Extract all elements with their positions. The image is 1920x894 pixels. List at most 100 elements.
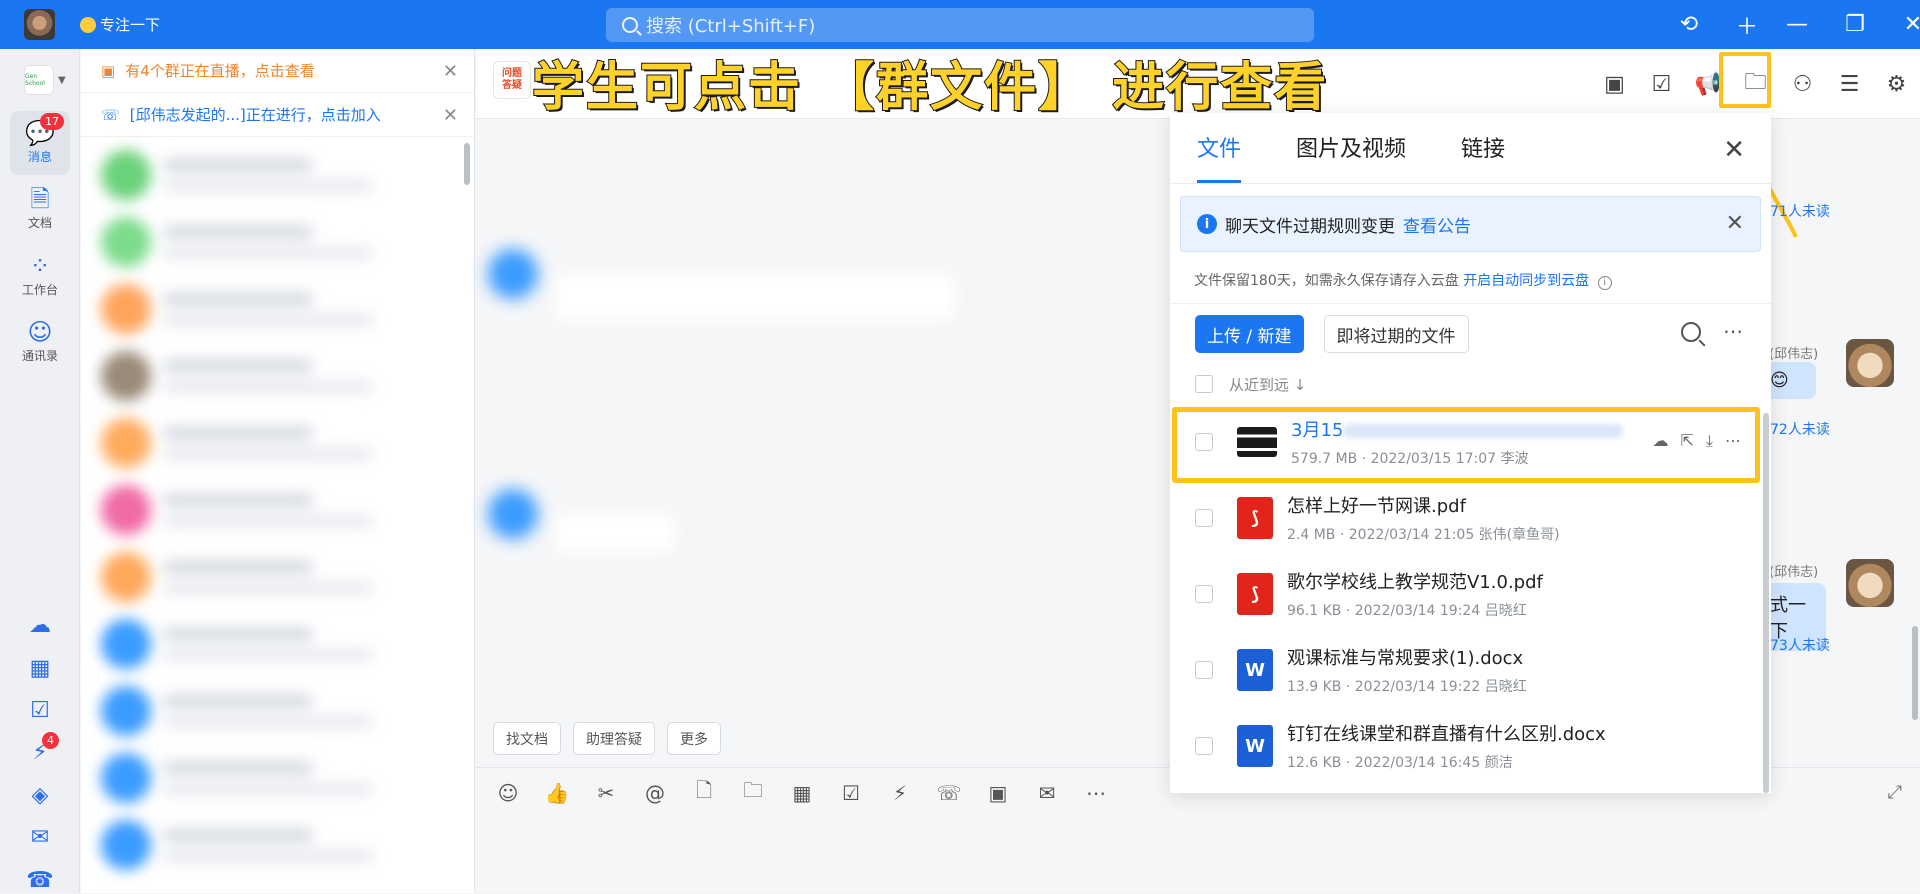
- mail-icon[interactable]: ✉: [26, 823, 54, 851]
- contacts-icon: ☺: [27, 318, 53, 346]
- close-icon[interactable]: ✕: [1723, 135, 1745, 165]
- live-icon[interactable]: ▣: [986, 781, 1010, 805]
- more-icon[interactable]: ⋯: [1084, 781, 1108, 805]
- scrollbar[interactable]: [1763, 413, 1769, 793]
- search-history-icon[interactable]: ☰: [1826, 61, 1873, 108]
- assistant-button[interactable]: 助理答疑: [573, 722, 655, 755]
- todo-icon[interactable]: ☑: [26, 696, 54, 724]
- search-icon[interactable]: [1681, 322, 1701, 342]
- calendar-icon[interactable]: ▦: [790, 781, 814, 805]
- doc-add-icon[interactable]: 🗋: [692, 778, 716, 805]
- avatar[interactable]: [1846, 339, 1894, 387]
- nav-messages[interactable]: 💬 消息 17: [10, 111, 70, 175]
- chevron-down-icon[interactable]: ▼: [58, 75, 66, 86]
- file-meta: 2.4 MB · 2022/03/14 21:05 张伟(章鱼哥): [1287, 527, 1560, 543]
- close-icon[interactable]: ✕: [443, 61, 458, 82]
- unread-badge: 17: [40, 113, 64, 130]
- unread-count[interactable]: 72人未读: [1770, 419, 1830, 439]
- file-name[interactable]: 怎样上好一节网课.pdf: [1287, 492, 1560, 518]
- mail-icon[interactable]: ✉: [1035, 781, 1059, 805]
- select-all-checkbox[interactable]: [1195, 375, 1213, 393]
- call-notice[interactable]: ☏ [邱伟志发起的...]正在进行，点击加入 ✕: [81, 93, 474, 137]
- list-item[interactable]: [97, 141, 459, 208]
- unread-count[interactable]: 73人未读: [1770, 635, 1830, 655]
- help-icon[interactable]: i: [1597, 276, 1612, 290]
- restore-icon[interactable]: ❐: [1826, 0, 1884, 49]
- apps-icon[interactable]: ◈: [26, 781, 54, 809]
- nav-docs[interactable]: 🗎 文档: [10, 177, 70, 241]
- status-button[interactable]: 专注一下: [80, 14, 160, 35]
- calendar-icon[interactable]: ▦: [26, 654, 54, 682]
- more-icon[interactable]: ⋯: [1723, 319, 1743, 343]
- org-logo[interactable]: Gen School: [24, 65, 54, 95]
- expand-icon[interactable]: ⤢: [1888, 782, 1902, 803]
- close-icon[interactable]: ✕: [1726, 211, 1744, 236]
- file-checkbox[interactable]: [1195, 661, 1213, 679]
- file-row[interactable]: W 钉钉在线课堂和群直播有什么区别.docx 12.6 KB · 2022/03…: [1170, 708, 1771, 784]
- search-input[interactable]: 搜索 (Ctrl+Shift+F): [606, 8, 1314, 42]
- list-item[interactable]: [97, 811, 459, 878]
- tab-media[interactable]: 图片及视频: [1296, 131, 1406, 183]
- mention-icon[interactable]: @: [643, 781, 667, 805]
- history-icon[interactable]: ⟲: [1660, 0, 1718, 49]
- add-member-icon[interactable]: ⚇: [1779, 61, 1826, 108]
- conversation-list[interactable]: [97, 141, 459, 893]
- scrollbar[interactable]: [464, 143, 470, 185]
- more-button[interactable]: 更多: [667, 722, 721, 755]
- todo-icon[interactable]: ☑: [839, 781, 863, 805]
- list-item[interactable]: [97, 677, 459, 744]
- unread-count[interactable]: 71人未读: [1770, 201, 1830, 221]
- list-item[interactable]: [97, 208, 459, 275]
- file-checkbox[interactable]: [1195, 509, 1213, 527]
- list-item[interactable]: [97, 342, 459, 409]
- ding-icon[interactable]: ⚡ 4: [26, 732, 59, 766]
- close-icon[interactable]: ✕: [1884, 0, 1920, 49]
- file-checkbox[interactable]: [1195, 585, 1213, 603]
- sort-row: 从近到远 ↓: [1170, 364, 1771, 404]
- live-icon[interactable]: ▣: [1591, 61, 1638, 108]
- tab-links[interactable]: 链接: [1461, 131, 1505, 183]
- folder-upload-icon[interactable]: 🗀: [741, 778, 765, 805]
- sort-label[interactable]: 从近到远 ↓: [1229, 374, 1306, 395]
- list-item[interactable]: [97, 610, 459, 677]
- nav-workbench[interactable]: ⁘ 工作台: [10, 244, 70, 308]
- file-row[interactable]: ⟆ 歌尔学校线上教学规范V1.0.pdf 96.1 KB · 2022/03/1…: [1170, 556, 1771, 632]
- list-item[interactable]: [97, 476, 459, 543]
- todo-icon[interactable]: ☑: [1638, 61, 1685, 108]
- upload-button[interactable]: 上传 / 新建: [1195, 315, 1304, 353]
- pdf-icon: ⟆: [1237, 497, 1273, 539]
- live-notice[interactable]: ▣ 有4个群正在直播，点击查看 ✕: [81, 49, 474, 93]
- close-icon[interactable]: ✕: [443, 105, 458, 126]
- file-name[interactable]: 钉钉在线课堂和群直播有什么区别.docx: [1287, 720, 1606, 746]
- list-item[interactable]: [97, 543, 459, 610]
- scissors-icon[interactable]: ✂: [594, 781, 618, 805]
- find-doc-button[interactable]: 找文档: [493, 722, 561, 755]
- emoji-icon[interactable]: ☺: [496, 781, 520, 805]
- scrollbar[interactable]: [1912, 626, 1918, 720]
- file-name[interactable]: 观课标准与常规要求(1).docx: [1287, 644, 1527, 670]
- cloud-icon[interactable]: ☁: [26, 611, 54, 639]
- avatar[interactable]: [1846, 559, 1894, 607]
- ding-icon[interactable]: ⚡: [888, 781, 912, 805]
- user-avatar[interactable]: [24, 9, 55, 40]
- announcement-link[interactable]: 查看公告: [1403, 212, 1471, 237]
- thumbs-up-icon[interactable]: 👍: [545, 781, 570, 805]
- phone-icon[interactable]: ☎: [26, 866, 54, 894]
- minimize-icon[interactable]: —: [1768, 0, 1826, 49]
- nav-contacts[interactable]: ☺ 通讯录: [10, 310, 70, 374]
- phone-icon[interactable]: ☏: [937, 781, 962, 805]
- list-item[interactable]: [97, 409, 459, 476]
- emoji-icon: [80, 16, 96, 33]
- info-text: 聊天文件过期规则变更: [1225, 216, 1395, 237]
- file-row[interactable]: W 观课标准与常规要求(1).docx 13.9 KB · 2022/03/14…: [1170, 632, 1771, 708]
- auto-sync-link[interactable]: 开启自动同步到云盘: [1463, 273, 1589, 289]
- expiring-files-button[interactable]: 即将过期的文件: [1323, 315, 1469, 353]
- file-checkbox[interactable]: [1195, 737, 1213, 755]
- group-icon[interactable]: 问题答疑: [493, 61, 531, 99]
- file-name[interactable]: 歌尔学校线上教学规范V1.0.pdf: [1287, 568, 1543, 594]
- tab-files[interactable]: 文件: [1197, 131, 1242, 183]
- list-item[interactable]: [97, 275, 459, 342]
- file-row[interactable]: ⟆ 怎样上好一节网课.pdf 2.4 MB · 2022/03/14 21:05…: [1170, 480, 1771, 556]
- list-item[interactable]: [97, 744, 459, 811]
- settings-icon[interactable]: ⚙: [1873, 61, 1920, 108]
